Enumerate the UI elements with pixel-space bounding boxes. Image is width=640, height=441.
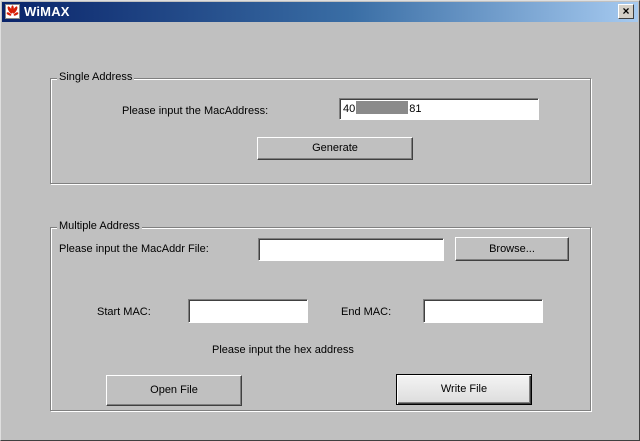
end-mac-label: End MAC: bbox=[341, 306, 392, 318]
generate-button[interactable]: Generate bbox=[257, 137, 413, 160]
mac-address-input[interactable]: 40 81 bbox=[339, 98, 539, 120]
mac-file-input[interactable] bbox=[258, 238, 444, 261]
end-mac-input[interactable] bbox=[423, 299, 543, 323]
title-bar[interactable]: WiMAX × bbox=[2, 2, 638, 22]
start-mac-input[interactable] bbox=[188, 299, 308, 323]
huawei-logo-icon bbox=[5, 4, 20, 19]
write-file-button[interactable]: Write File bbox=[396, 374, 532, 405]
window-title: WiMAX bbox=[24, 4, 70, 19]
hex-address-hint: Please input the hex address bbox=[212, 344, 354, 356]
open-file-button-label: Open File bbox=[150, 384, 198, 396]
main-window: WiMAX × Single Address Please input the … bbox=[0, 0, 640, 441]
single-address-group: Single Address bbox=[50, 71, 591, 184]
browse-button[interactable]: Browse... bbox=[455, 237, 569, 261]
single-address-legend: Single Address bbox=[57, 71, 135, 83]
close-button[interactable]: × bbox=[618, 4, 634, 19]
write-file-button-label: Write File bbox=[440, 383, 488, 395]
mac-file-label: Please input the MacAddr File: bbox=[59, 243, 209, 255]
browse-button-label: Browse... bbox=[489, 243, 535, 255]
open-file-button[interactable]: Open File bbox=[106, 375, 242, 406]
generate-button-label: Generate bbox=[312, 142, 358, 154]
redacted-block bbox=[356, 101, 409, 114]
close-icon: × bbox=[622, 4, 630, 18]
multiple-address-legend: Multiple Address bbox=[57, 220, 142, 232]
start-mac-label: Start MAC: bbox=[97, 306, 151, 318]
mac-address-label: Please input the MacAddress: bbox=[122, 105, 269, 117]
mac-value-start: 40 bbox=[343, 103, 356, 115]
mac-value-end: 81 bbox=[409, 103, 422, 115]
